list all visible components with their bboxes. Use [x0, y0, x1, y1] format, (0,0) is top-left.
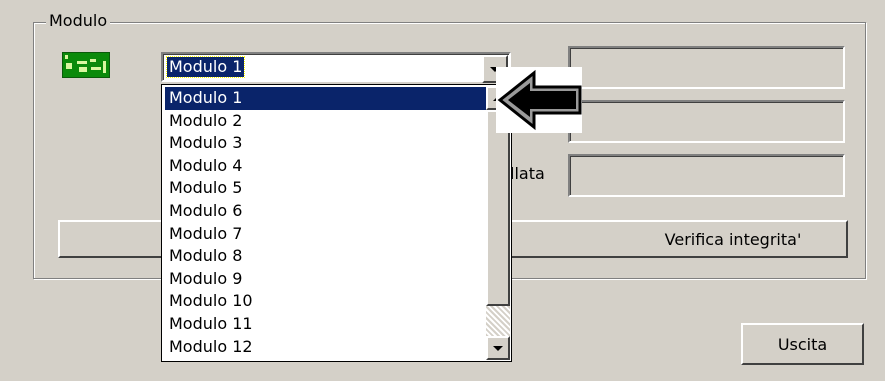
chevron-down-icon: [493, 345, 503, 351]
dropdown-item[interactable]: Modulo 12: [165, 336, 487, 359]
dropdown-item[interactable]: Modulo 9: [165, 268, 487, 291]
exit-label: Uscita: [777, 334, 828, 354]
group-label: Modulo: [46, 11, 111, 31]
module-combobox[interactable]: Modulo 1: [161, 52, 511, 83]
info-field-3[interactable]: [568, 154, 845, 197]
dropdown-item[interactable]: Modulo 7: [165, 223, 487, 246]
dropdown-item[interactable]: Modulo 10: [165, 290, 487, 313]
dropdown-item[interactable]: Modulo 5: [165, 177, 487, 200]
dropdown-item[interactable]: Modulo 11: [165, 313, 487, 336]
dropdown-item[interactable]: Modulo 4: [165, 155, 487, 178]
scroll-track[interactable]: [486, 306, 510, 336]
combo-selected-value: Modulo 1: [165, 56, 246, 78]
exit-button[interactable]: Uscita: [741, 323, 864, 365]
scroll-thumb[interactable]: [486, 110, 510, 306]
dropdown-item[interactable]: Modulo 6: [165, 200, 487, 223]
dropdown-items: Modulo 1 Modulo 2 Modulo 3 Modulo 4 Modulo 5…: [165, 87, 487, 358]
dropdown-item[interactable]: Modulo 2: [165, 110, 487, 133]
dropdown-item[interactable]: Modulo 8: [165, 245, 487, 268]
scroll-down-button[interactable]: [486, 336, 510, 360]
info-field-1[interactable]: [568, 46, 845, 89]
verify-integrity-label: Verifica integrita': [664, 229, 802, 249]
info-field-2[interactable]: [568, 100, 845, 143]
circuit-board-icon: [62, 52, 110, 78]
dropdown-item[interactable]: Modulo 1: [165, 87, 487, 110]
installed-label: llata: [510, 164, 545, 183]
module-dropdown-list[interactable]: Modulo 1 Modulo 2 Modulo 3 Modulo 4 Modulo 5…: [161, 84, 512, 362]
arrow-left-icon: [496, 67, 582, 133]
dropdown-item[interactable]: Modulo 3: [165, 132, 487, 155]
